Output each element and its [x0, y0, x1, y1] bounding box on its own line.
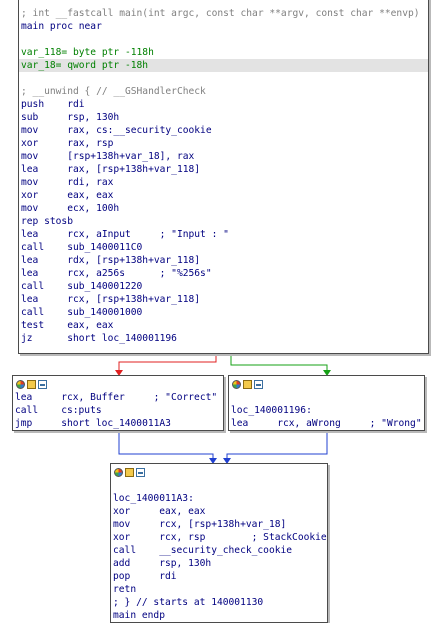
code-lines-end: loc_1400011A3: xor eax, eax mov rcx, [rsp+…: [111, 479, 327, 622]
edit-icon[interactable]: [27, 380, 36, 389]
node-toolbar: [13, 376, 223, 391]
code-lines-main: ; int __fastcall main(int argc, const ch…: [19, 7, 428, 345]
code-line[interactable]: ; int __fastcall main(int argc, const ch…: [19, 7, 428, 20]
code-line[interactable]: [111, 479, 327, 492]
code-line[interactable]: call cs:puts: [13, 404, 223, 417]
code-line[interactable]: main endp: [111, 609, 327, 622]
code-line[interactable]: call sub_1400011C0: [19, 241, 428, 254]
code-block-wrong[interactable]: loc_140001196:lea rcx, aWrong ; "Wrong"c…: [228, 375, 425, 431]
code-line[interactable]: test eax, eax: [19, 319, 428, 332]
code-line[interactable]: lea rax, [rsp+138h+var_118]: [19, 163, 428, 176]
edge-true: [230, 353, 328, 374]
code-line[interactable]: lea rcx, aInput ; "Input : ": [19, 228, 428, 241]
code-line[interactable]: pop rdi: [111, 570, 327, 583]
edit-icon[interactable]: [243, 380, 252, 389]
code-line[interactable]: [229, 391, 424, 404]
edge-false: [118, 353, 217, 374]
code-line[interactable]: retn: [111, 583, 327, 596]
code-lines-correct: lea rcx, Buffer ; "Correct" call cs:puts j…: [13, 391, 223, 430]
code-line[interactable]: jz short loc_140001196: [19, 332, 428, 345]
code-line[interactable]: ; } // starts at 140001130: [111, 596, 327, 609]
color-icon[interactable]: [114, 468, 123, 477]
code-line[interactable]: [19, 72, 428, 85]
code-line[interactable]: rep stosb: [19, 215, 428, 228]
code-line[interactable]: xor rax, rsp: [19, 137, 428, 150]
graph-icon[interactable]: [136, 468, 145, 477]
code-line[interactable]: loc_1400011A3:: [111, 492, 327, 505]
code-line[interactable]: call sub_140001000: [19, 306, 428, 319]
code-line[interactable]: lea rcx, aWrong ; "Wrong": [229, 417, 424, 430]
code-line[interactable]: ; __unwind { // __GSHandlerCheck: [19, 85, 428, 98]
code-line[interactable]: mov rcx, [rsp+138h+var_18]: [111, 518, 327, 531]
code-line[interactable]: call cs:puts: [229, 430, 424, 431]
code-line[interactable]: lea rcx, Buffer ; "Correct": [13, 391, 223, 404]
graph-icon[interactable]: [254, 380, 263, 389]
code-line[interactable]: mov rdi, rax: [19, 176, 428, 189]
code-line[interactable]: call sub_140001220: [19, 280, 428, 293]
edge-fallthrough: [226, 430, 328, 462]
code-line[interactable]: loc_140001196:: [229, 404, 424, 417]
code-line[interactable]: lea rcx, a256s ; "%256s": [19, 267, 428, 280]
code-line[interactable]: add rsp, 130h: [111, 557, 327, 570]
code-line[interactable]: main proc near: [19, 20, 428, 33]
node-toolbar: [111, 464, 327, 479]
code-line[interactable]: lea rdx, [rsp+138h+var_118]: [19, 254, 428, 267]
code-block-correct[interactable]: lea rcx, Buffer ; "Correct" call cs:puts j…: [12, 375, 224, 431]
code-line[interactable]: var_118= byte ptr -118h: [19, 46, 428, 59]
edit-icon[interactable]: [125, 468, 134, 477]
code-block-main[interactable]: ; int __fastcall main(int argc, const ch…: [18, 0, 429, 354]
color-icon[interactable]: [232, 380, 241, 389]
code-line[interactable]: mov ecx, 100h: [19, 202, 428, 215]
code-line[interactable]: sub rsp, 130h: [19, 111, 428, 124]
graph-icon[interactable]: [38, 380, 47, 389]
code-line[interactable]: lea rcx, [rsp+138h+var_118]: [19, 293, 428, 306]
code-block-end[interactable]: loc_1400011A3: xor eax, eax mov rcx, [rsp+…: [110, 463, 328, 623]
code-line[interactable]: xor eax, eax: [111, 505, 327, 518]
code-line[interactable]: mov rax, cs:__security_cookie: [19, 124, 428, 137]
code-line[interactable]: [19, 33, 428, 46]
node-toolbar: [229, 376, 424, 391]
code-line[interactable]: push rdi: [19, 98, 428, 111]
code-line[interactable]: mov [rsp+138h+var_18], rax: [19, 150, 428, 163]
code-line[interactable]: jmp short loc_1400011A3: [13, 417, 223, 430]
code-lines-wrong: loc_140001196:lea rcx, aWrong ; "Wrong"c…: [229, 391, 424, 431]
code-line[interactable]: var_18= qword ptr -18h: [19, 59, 428, 72]
code-line[interactable]: call __security_check_cookie: [111, 544, 327, 557]
color-icon[interactable]: [16, 380, 25, 389]
code-line[interactable]: xor eax, eax: [19, 189, 428, 202]
edge-jmp: [118, 430, 214, 462]
code-line[interactable]: xor rcx, rsp ; StackCookie: [111, 531, 327, 544]
